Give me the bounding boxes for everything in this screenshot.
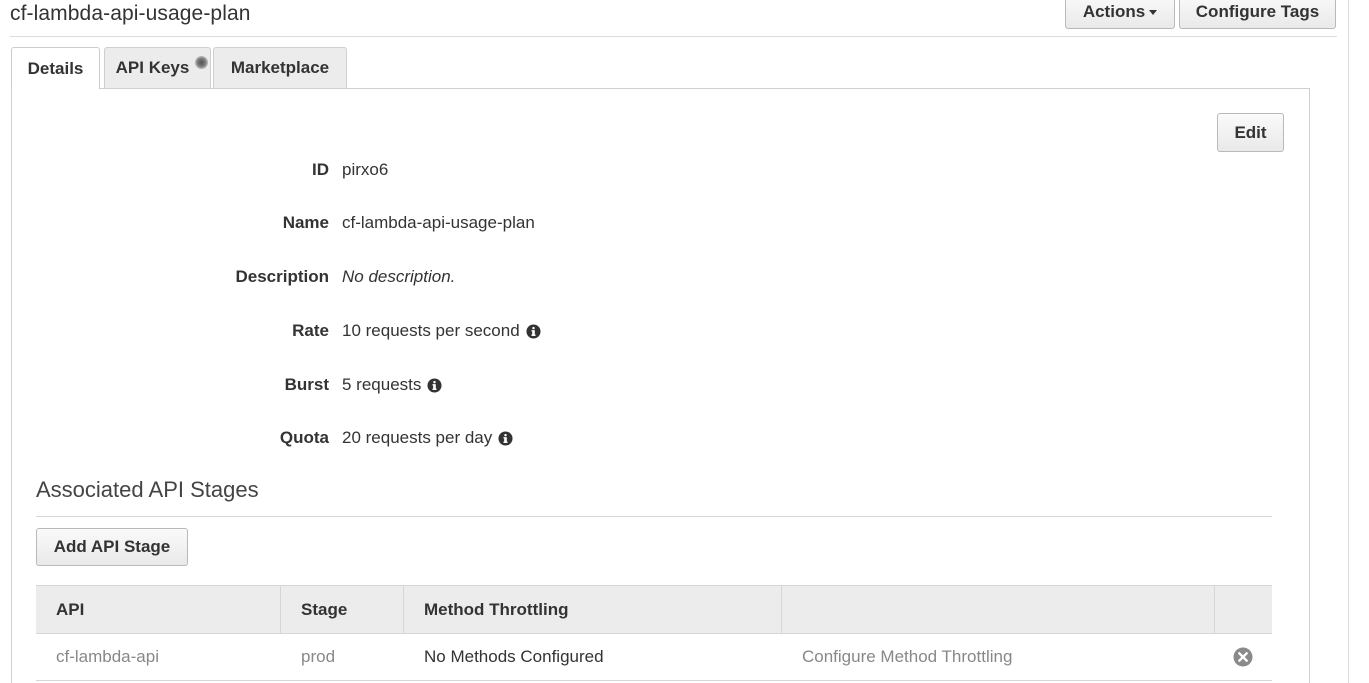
burst-value-text: 5 requests	[342, 375, 422, 394]
loading-indicator-icon	[195, 56, 208, 69]
tab-api-keys[interactable]: API Keys	[104, 47, 211, 88]
associated-stages-title: Associated API Stages	[36, 477, 259, 502]
row-method-throttling: No Methods Configured	[424, 647, 604, 666]
column-header-remove	[1215, 586, 1272, 633]
tab-marketplace[interactable]: Marketplace	[213, 47, 347, 88]
tab-marketplace-label: Marketplace	[230, 58, 330, 77]
column-header-stage: Stage	[281, 586, 404, 633]
id-value: pirxo6	[342, 160, 388, 180]
add-api-stage-button[interactable]: Add API Stage	[36, 528, 188, 566]
row-api: cf-lambda-api	[56, 647, 159, 666]
row-stage: prod	[301, 647, 336, 666]
actions-label: Actions	[1082, 1, 1146, 21]
column-header-action	[782, 586, 1215, 633]
caret-down-icon	[1149, 10, 1158, 15]
burst-value: 5 requests	[342, 375, 442, 395]
title-divider	[10, 36, 1337, 37]
remove-circle-icon[interactable]	[1233, 647, 1253, 667]
usage-plan-page: cf-lambda-api-usage-plan Actions Configu…	[0, 0, 1369, 683]
vertical-scrollbar[interactable]	[1348, 0, 1369, 683]
tab-details[interactable]: Details	[11, 47, 100, 89]
name-value-text: cf-lambda-api-usage-plan	[342, 213, 535, 232]
burst-label: Burst	[284, 375, 329, 394]
name-value: cf-lambda-api-usage-plan	[342, 213, 535, 233]
info-circle-icon[interactable]	[498, 430, 513, 446]
stages-table-header: API Stage Method Throttling	[36, 585, 1272, 634]
quota-label: Quota	[279, 428, 329, 447]
configure-tags-button[interactable]: Configure Tags	[1179, 0, 1336, 29]
description-label: Description	[235, 267, 329, 286]
description-value-text: No description.	[342, 267, 456, 286]
id-value-text: pirxo6	[342, 160, 389, 179]
actions-button[interactable]: Actions	[1065, 0, 1175, 29]
tab-api-keys-label: API Keys	[115, 58, 190, 77]
column-header-method-throttling: Method Throttling	[404, 586, 782, 633]
quota-value-text: 20 requests per day	[342, 428, 493, 447]
quota-value: 20 requests per day	[342, 428, 513, 448]
page-title: cf-lambda-api-usage-plan	[10, 2, 251, 25]
section-divider	[36, 516, 1272, 517]
info-circle-icon[interactable]	[427, 377, 442, 393]
table-row: cf-lambda-api prod No Methods Configured…	[36, 634, 1272, 681]
rate-value-text: 10 requests per second	[342, 321, 520, 340]
row-remove-cell	[1215, 634, 1272, 680]
tab-details-label: Details	[27, 58, 84, 78]
info-circle-icon[interactable]	[526, 323, 541, 339]
description-value: No description.	[342, 267, 455, 287]
id-label: ID	[312, 160, 329, 179]
rate-label: Rate	[292, 321, 329, 340]
name-label: Name	[282, 213, 329, 232]
configure-method-throttling-link[interactable]: Configure Method Throttling	[782, 634, 1215, 680]
edit-button[interactable]: Edit	[1217, 113, 1284, 152]
column-header-api: API	[36, 586, 281, 633]
rate-value: 10 requests per second	[342, 321, 541, 341]
